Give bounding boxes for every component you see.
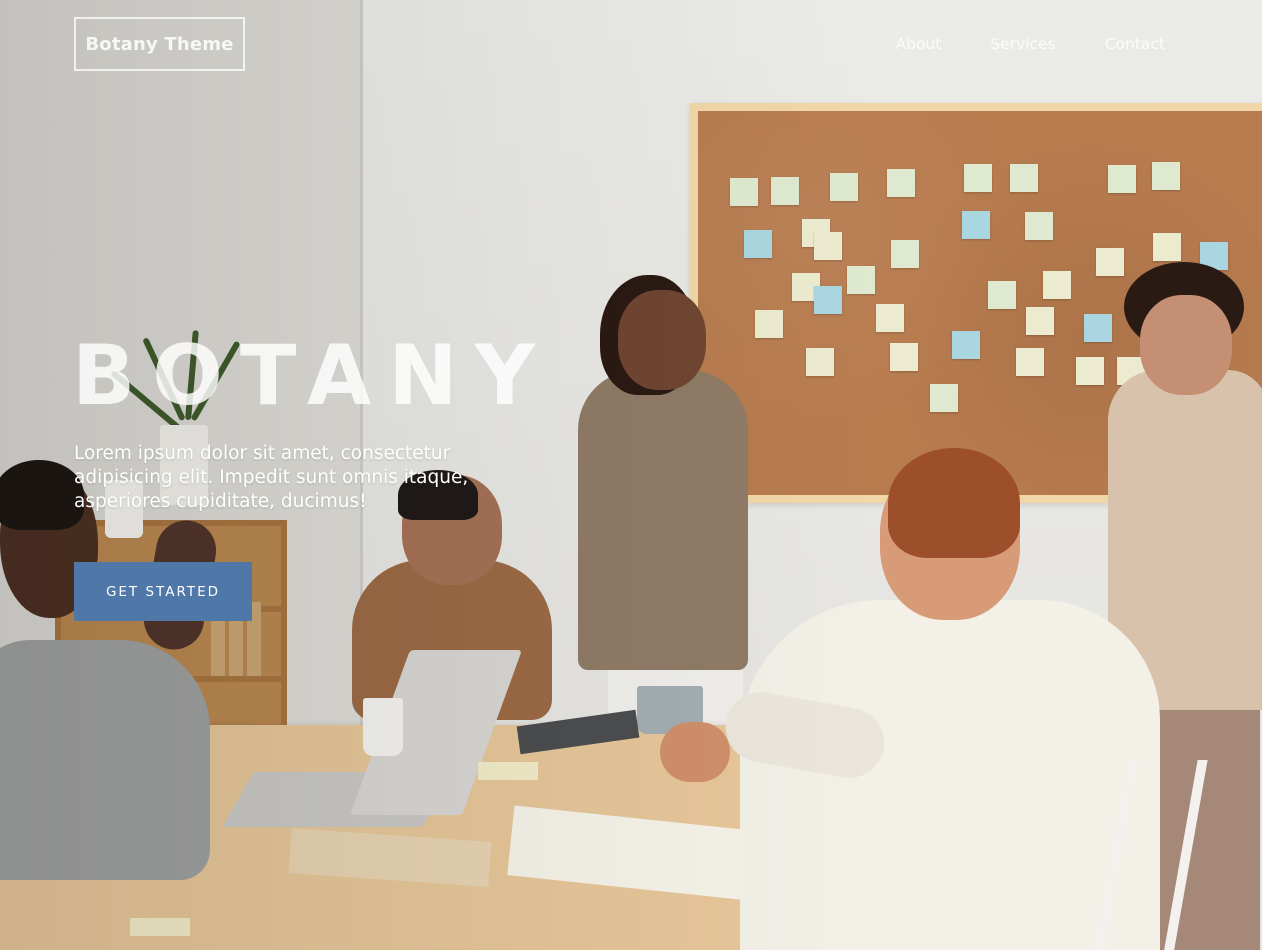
get-started-button[interactable]: GET STARTED — [74, 562, 252, 621]
hero-description: Lorem ipsum dolor sit amet, consectetur … — [74, 443, 469, 512]
nav-link-contact[interactable]: Contact — [1105, 33, 1165, 55]
main-nav: About Services Contact — [846, 33, 1165, 55]
hero-title: BOTANY — [72, 327, 552, 424]
nav-link-services[interactable]: Services — [990, 33, 1055, 55]
nav-link-about[interactable]: About — [895, 33, 941, 55]
brand-logo[interactable]: Botany Theme — [74, 17, 245, 71]
